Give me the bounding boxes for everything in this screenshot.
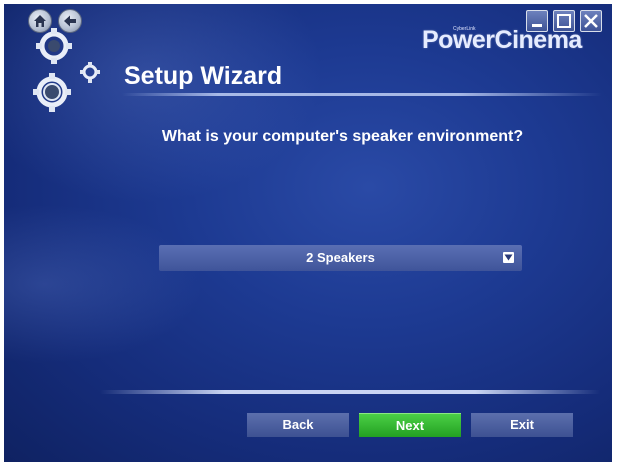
maximize-button[interactable] [553,10,575,32]
maximize-icon [557,14,571,28]
next-button[interactable]: Next [359,413,461,437]
chevron-down-icon [504,254,513,261]
gears-icon [33,28,100,112]
minimize-icon [532,24,542,27]
speaker-environment-select[interactable]: 2 Speakers [159,245,522,271]
title-divider [122,93,602,96]
speaker-question: What is your computer's speaker environm… [161,128,524,145]
footer-divider [100,390,600,394]
background-glow-left [4,204,204,364]
close-icon [584,14,598,28]
page-title: Setup Wizard [124,62,283,90]
speaker-select-value: 2 Speakers [306,250,375,265]
powercinema-window: CyberLink PowerCinema Setup Wizard What … [4,4,612,462]
dropdown-arrow-icon[interactable] [503,252,514,263]
back-button[interactable]: Back [247,413,349,437]
close-button[interactable] [580,10,602,32]
exit-button[interactable]: Exit [471,413,573,437]
minimize-button[interactable] [526,10,548,32]
